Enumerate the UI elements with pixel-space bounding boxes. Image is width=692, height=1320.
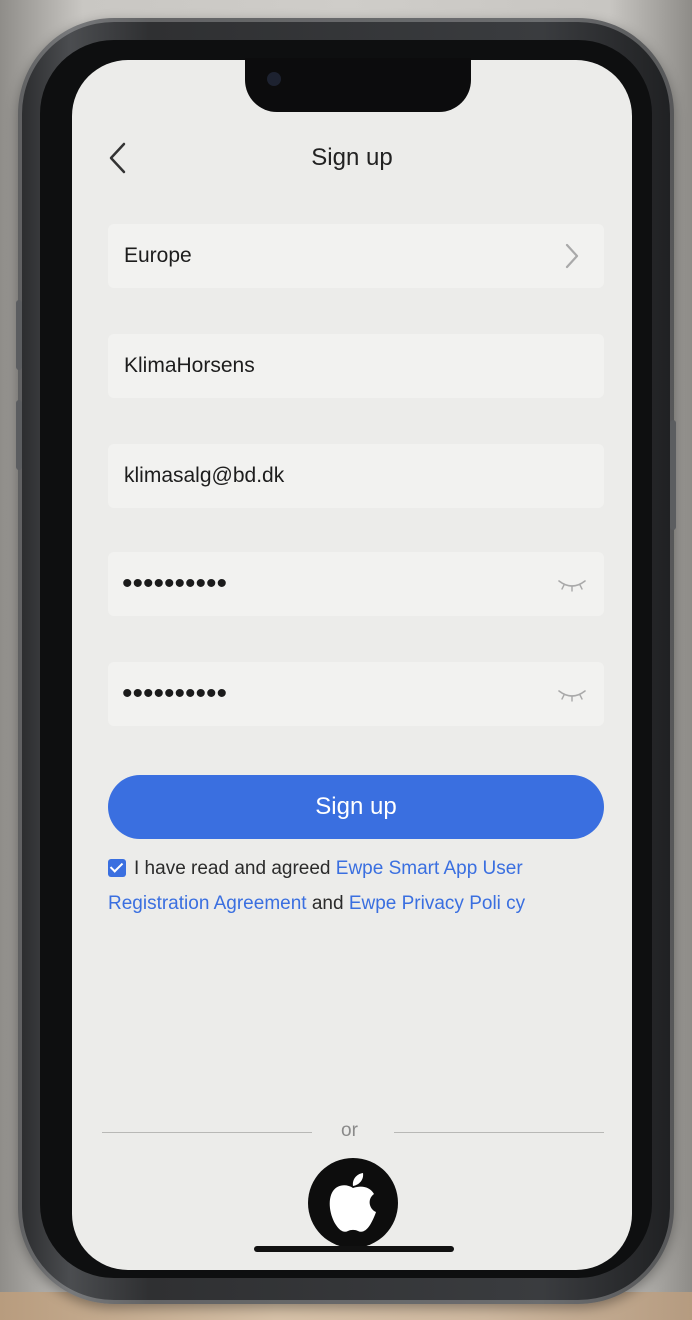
nav-header: Sign up	[72, 130, 632, 190]
power-button	[670, 420, 676, 530]
apple-logo-icon	[329, 1173, 376, 1232]
agreement-checkbox[interactable]	[108, 859, 126, 877]
sign-in-with-apple-button[interactable]	[308, 1158, 398, 1248]
sign-up-button[interactable]: Sign up	[108, 775, 604, 839]
agreement-text-prefix: I have read and agreed	[134, 858, 336, 879]
or-divider: or	[102, 1120, 604, 1150]
eye-closed-icon	[558, 580, 586, 592]
volume-up-button	[16, 300, 22, 370]
divider-line-left	[102, 1132, 312, 1133]
username-field[interactable]: KlimaHorsens	[108, 334, 604, 398]
volume-down-button	[16, 400, 22, 470]
front-camera-icon	[267, 72, 281, 86]
region-selector[interactable]: Europe	[108, 224, 604, 288]
eye-closed-icon	[558, 690, 586, 702]
confirm-password-value: ••••••••••	[122, 677, 228, 710]
camera-notch	[245, 58, 471, 112]
username-value: KlimaHorsens	[124, 354, 255, 377]
email-field[interactable]: klimasalg@bd.dk	[108, 444, 604, 508]
email-value: klimasalg@bd.dk	[124, 464, 285, 487]
region-value: Europe	[124, 244, 192, 267]
privacy-policy-link[interactable]: Ewpe Privacy Poli cy	[349, 893, 525, 914]
password-value: ••••••••••	[122, 567, 228, 600]
home-indicator	[254, 1246, 454, 1252]
chevron-right-icon	[556, 240, 588, 272]
password-field[interactable]: ••••••••••	[108, 552, 604, 616]
page-title: Sign up	[311, 144, 393, 171]
divider-line-right	[394, 1132, 604, 1133]
or-label: or	[341, 1120, 358, 1141]
confirm-password-visibility-toggle[interactable]	[556, 678, 588, 710]
password-visibility-toggle[interactable]	[556, 568, 588, 600]
confirm-password-field[interactable]: ••••••••••	[108, 662, 604, 726]
agreement-row: I have read and agreed Ewpe Smart App Us…	[108, 851, 608, 921]
agreement-text-and: and	[306, 893, 349, 914]
